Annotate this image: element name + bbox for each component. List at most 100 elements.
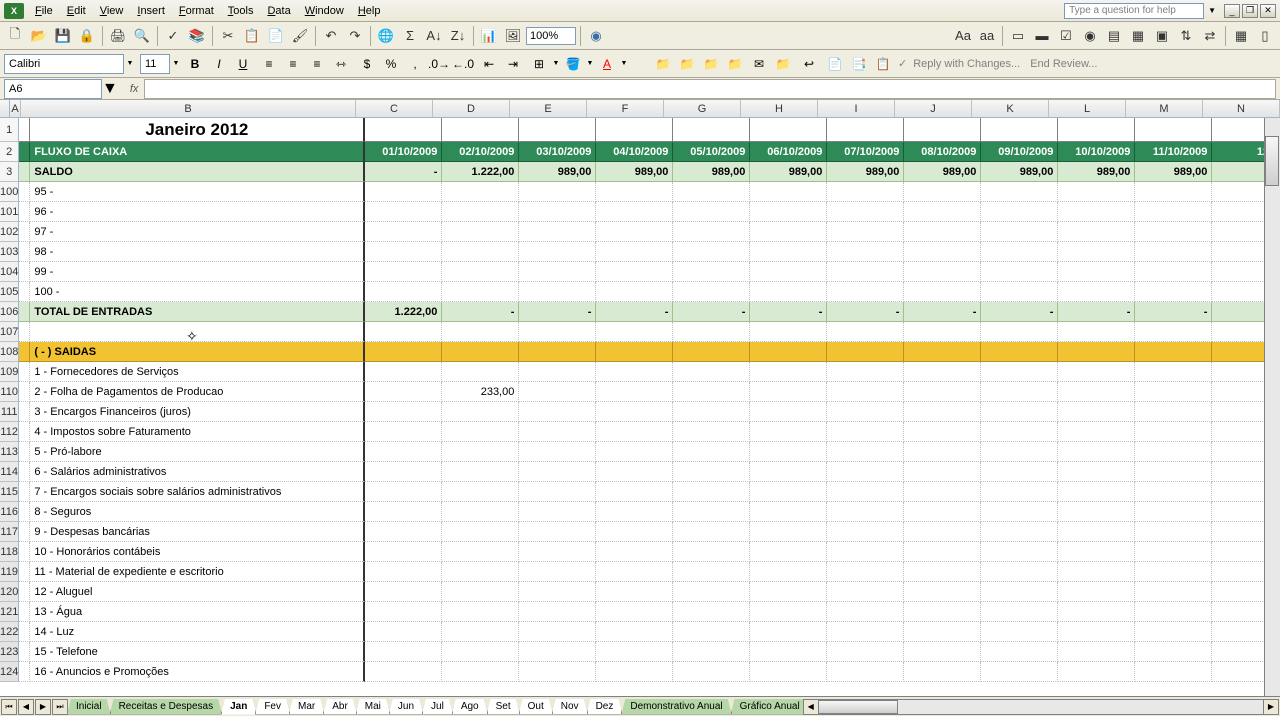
cell[interactable] <box>365 118 442 142</box>
cell[interactable] <box>1058 222 1135 242</box>
menu-tools[interactable]: Tools <box>221 3 261 19</box>
label-button[interactable]: ▬ <box>1031 25 1053 47</box>
cell[interactable] <box>981 442 1058 462</box>
sheet-tab-ago[interactable]: Ago <box>452 699 488 715</box>
cell[interactable] <box>1135 282 1212 302</box>
cell[interactable] <box>19 342 30 362</box>
cell[interactable]: 01/10/2009 <box>365 142 442 162</box>
cell[interactable] <box>1135 642 1212 662</box>
cell[interactable] <box>519 542 596 562</box>
fx-icon[interactable]: fx <box>124 83 145 95</box>
cell[interactable] <box>904 282 981 302</box>
zoom-combo[interactable]: 100% <box>526 27 576 45</box>
cell[interactable] <box>596 622 673 642</box>
cell[interactable]: 4 - Impostos sobre Faturamento <box>30 422 365 442</box>
cell[interactable] <box>519 482 596 502</box>
cell[interactable] <box>442 562 519 582</box>
menu-help[interactable]: Help <box>351 3 388 19</box>
row-header-2[interactable]: 2 <box>0 142 19 162</box>
cell[interactable] <box>827 602 904 622</box>
cell[interactable] <box>519 582 596 602</box>
cell[interactable] <box>365 182 442 202</box>
cell[interactable] <box>596 402 673 422</box>
row-header-116[interactable]: 116 <box>0 502 19 522</box>
cell[interactable] <box>1058 502 1135 522</box>
checkbox-button[interactable]: ☑ <box>1055 25 1077 47</box>
cell[interactable] <box>519 202 596 222</box>
spinner-button[interactable]: ⇅ <box>1175 25 1197 47</box>
cell[interactable] <box>981 502 1058 522</box>
cell[interactable] <box>442 242 519 262</box>
cell[interactable]: 233,00 <box>442 382 519 402</box>
sheet-tab-out[interactable]: Out <box>519 699 553 715</box>
row-header-110[interactable]: 110 <box>0 382 19 402</box>
cell[interactable]: TOTAL DE ENTRADAS <box>30 302 365 322</box>
cell[interactable]: - <box>596 302 673 322</box>
sheet-tab-inicial[interactable]: Inicial <box>67 699 111 715</box>
cell[interactable] <box>981 422 1058 442</box>
cell[interactable] <box>19 322 30 342</box>
cell[interactable] <box>1058 402 1135 422</box>
cell[interactable]: 15 - Telefone <box>30 642 365 662</box>
cell[interactable]: 989,00 <box>1058 162 1135 182</box>
cell[interactable] <box>365 602 442 622</box>
cell[interactable] <box>365 322 442 342</box>
cell[interactable] <box>1058 622 1135 642</box>
cell[interactable] <box>1135 502 1212 522</box>
cell[interactable] <box>596 462 673 482</box>
cell[interactable] <box>673 462 750 482</box>
cell[interactable] <box>1058 202 1135 222</box>
merge-button[interactable]: ⇿ <box>330 53 352 75</box>
cell[interactable] <box>981 322 1058 342</box>
cell[interactable] <box>596 322 673 342</box>
cell[interactable] <box>673 242 750 262</box>
spelling-button[interactable]: ✓ <box>162 25 184 47</box>
cell[interactable] <box>673 362 750 382</box>
cell[interactable] <box>519 522 596 542</box>
cell[interactable] <box>596 562 673 582</box>
cell[interactable] <box>981 582 1058 602</box>
col-header-J[interactable]: J <box>895 100 972 117</box>
cell[interactable] <box>1058 442 1135 462</box>
cell[interactable] <box>981 402 1058 422</box>
align-right-button[interactable]: ≡ <box>306 53 328 75</box>
cell[interactable] <box>1058 262 1135 282</box>
cell[interactable] <box>981 642 1058 662</box>
cell[interactable] <box>827 662 904 682</box>
row-header-103[interactable]: 103 <box>0 242 19 262</box>
cell[interactable]: 95 - <box>30 182 365 202</box>
cell[interactable] <box>904 402 981 422</box>
cell[interactable]: 09/10/2009 <box>981 142 1058 162</box>
cell[interactable] <box>442 182 519 202</box>
cell[interactable]: 989,00 <box>750 162 827 182</box>
row-header-1[interactable]: 1 <box>0 118 19 142</box>
cell[interactable] <box>596 602 673 622</box>
help-button[interactable]: ◉ <box>585 25 607 47</box>
cell[interactable] <box>1135 422 1212 442</box>
cell[interactable] <box>750 222 827 242</box>
cell[interactable] <box>19 362 30 382</box>
cell[interactable] <box>19 522 30 542</box>
hyperlink-button[interactable]: 🌐 <box>375 25 397 47</box>
cells-area[interactable]: Janeiro 2012FLUXO DE CAIXA01/10/200902/1… <box>19 118 1280 682</box>
cell[interactable]: 8 - Seguros <box>30 502 365 522</box>
cell[interactable]: 11 - Material de expediente e escritorio <box>30 562 365 582</box>
folder2-button[interactable]: 📁 <box>676 53 698 75</box>
menu-edit[interactable]: Edit <box>60 3 93 19</box>
row-header-104[interactable]: 104 <box>0 262 19 282</box>
cell[interactable] <box>442 602 519 622</box>
cell[interactable] <box>673 118 750 142</box>
folder5-button[interactable]: 📁 <box>772 53 794 75</box>
cell[interactable] <box>19 582 30 602</box>
cell[interactable]: - <box>981 302 1058 322</box>
cell[interactable]: 2 - Folha de Pagamentos de Producao <box>30 382 365 402</box>
research-button[interactable]: 📚 <box>186 25 208 47</box>
col-header-D[interactable]: D <box>433 100 510 117</box>
col-header-E[interactable]: E <box>510 100 587 117</box>
cell[interactable] <box>1135 118 1212 142</box>
cell[interactable] <box>750 262 827 282</box>
name-box[interactable]: A6 <box>4 79 102 99</box>
row-header-107[interactable]: 107 <box>0 322 19 342</box>
cell[interactable] <box>750 662 827 682</box>
cell[interactable]: 3 - Encargos Financeiros (juros) <box>30 402 365 422</box>
